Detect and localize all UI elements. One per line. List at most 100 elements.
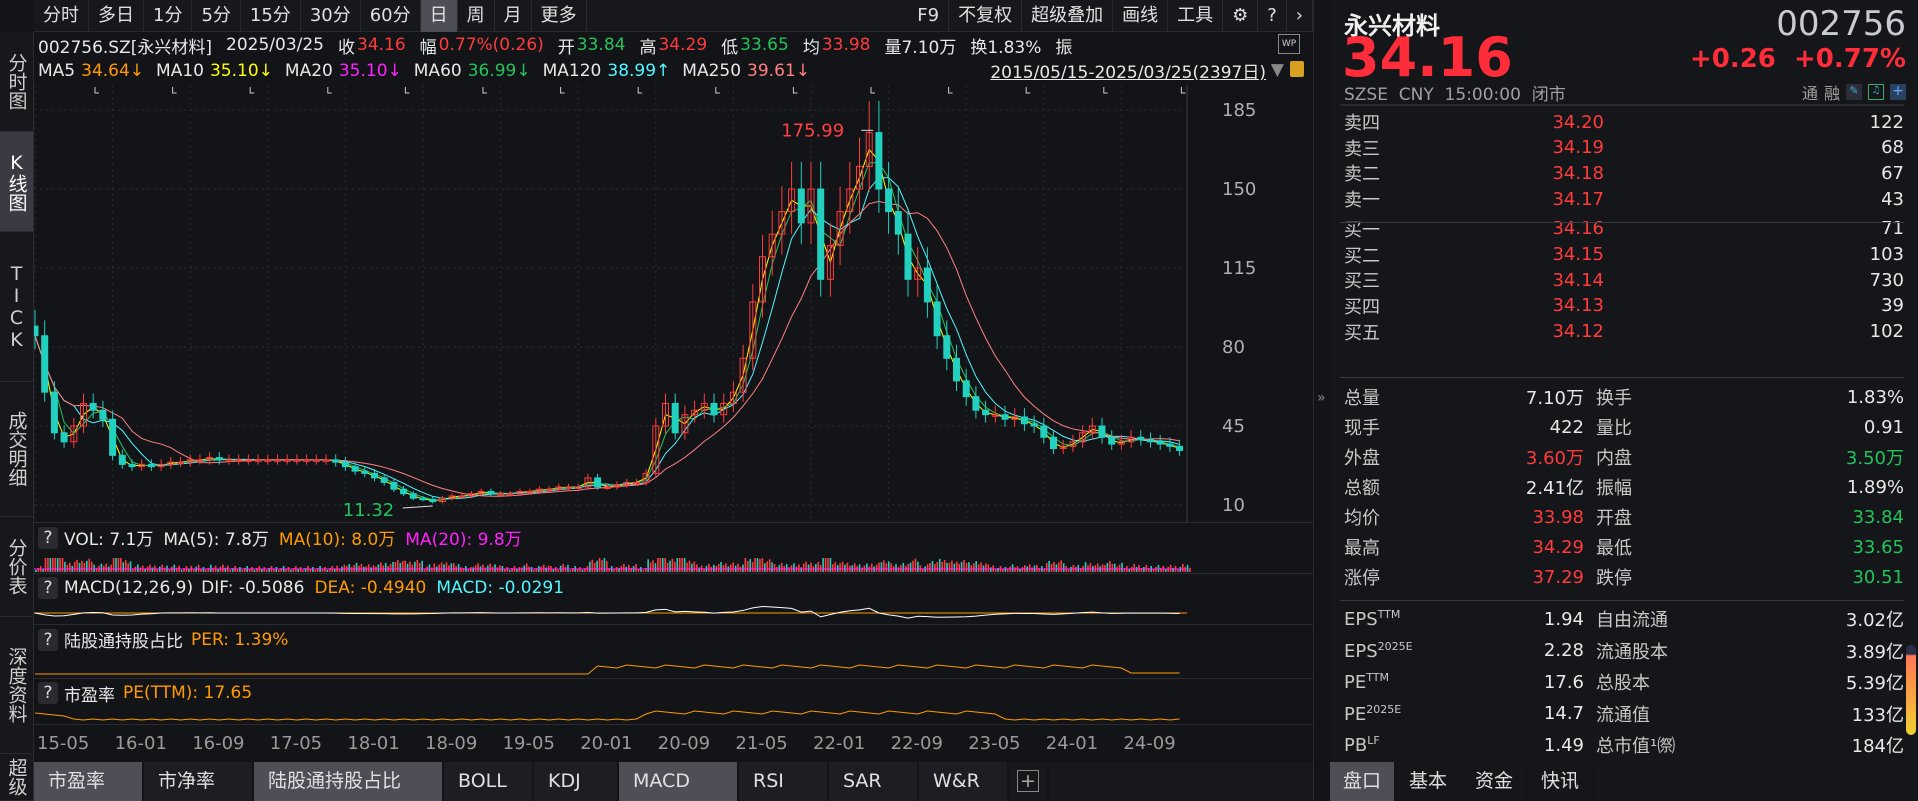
volume-bar bbox=[380, 562, 382, 572]
volume-bar bbox=[832, 564, 834, 572]
period-tab-9[interactable]: 月 bbox=[495, 0, 532, 32]
indicator-tab-7[interactable]: SAR bbox=[829, 762, 919, 801]
tool-button-2[interactable]: 超级叠加 bbox=[1022, 0, 1114, 32]
sidebar-tab-0[interactable]: 分时图 bbox=[0, 32, 33, 132]
volume-bar bbox=[78, 562, 81, 572]
help-icon[interactable]: ? bbox=[1258, 0, 1287, 32]
x-tick-label: 22-09 bbox=[890, 733, 943, 754]
volume-bar bbox=[120, 558, 122, 572]
volume-bar bbox=[824, 558, 827, 572]
volume-bar bbox=[941, 561, 943, 572]
volume-bar bbox=[1109, 561, 1111, 572]
panel-tab-1[interactable]: 基本 bbox=[1396, 762, 1463, 801]
dropdown-triangle-icon[interactable]: ▼ bbox=[1271, 60, 1284, 80]
stat-label: 量比 bbox=[1596, 418, 1632, 439]
event-flag-icon bbox=[1180, 87, 1186, 94]
wp-icon[interactable]: WP bbox=[1278, 34, 1300, 54]
panel-tab-3[interactable]: 快讯 bbox=[1528, 762, 1595, 801]
sidebar-tab-6[interactable]: 超级 bbox=[0, 754, 33, 801]
edit-pencil-icon[interactable]: ✎ bbox=[1846, 84, 1862, 100]
candle bbox=[875, 132, 883, 190]
volume-bar bbox=[409, 561, 411, 572]
macd-value: MACD: -0.0291 bbox=[436, 578, 565, 598]
indicator-tab-6[interactable]: RSI bbox=[739, 762, 829, 801]
x-tick-label: 16-09 bbox=[192, 733, 245, 754]
high-value: 34.29 bbox=[658, 35, 708, 55]
volume-bar bbox=[895, 564, 897, 572]
tool-button-4[interactable]: 工具 bbox=[1168, 0, 1224, 32]
candlestick-chart[interactable]: 185 150 115 80 45 10 175.99 11.32 bbox=[34, 85, 1313, 522]
indicator-tab-3[interactable]: BOLL bbox=[444, 762, 534, 801]
help-icon[interactable]: ? bbox=[38, 526, 58, 549]
volume-bar bbox=[73, 561, 76, 572]
ma-value-4: 38.99↑ bbox=[607, 61, 671, 81]
candle bbox=[429, 498, 437, 503]
ma-value-5: 39.61↓ bbox=[747, 61, 810, 81]
ma-line-2 bbox=[34, 177, 1180, 500]
fundamental-value: 5.39亿 bbox=[1845, 673, 1904, 694]
period-tab-7[interactable]: 日 bbox=[420, 0, 458, 32]
help-icon[interactable]: ? bbox=[38, 682, 58, 704]
tool-button-1[interactable]: 不复权 bbox=[949, 0, 1023, 32]
indicator-tab-2[interactable]: 陆股通持股占比 bbox=[254, 762, 444, 801]
volume-bar bbox=[61, 558, 64, 572]
period-tab-4[interactable]: 15分 bbox=[241, 0, 301, 32]
help-icon[interactable]: ? bbox=[38, 628, 58, 651]
volume-header: ? VOL: 7.1万 MA(5): 7.8万 MA(10): 8.0万 MA(… bbox=[34, 522, 1313, 552]
sidebar-tab-4[interactable]: 分价表 bbox=[0, 517, 33, 617]
stat-label: 涨停 bbox=[1344, 568, 1380, 589]
high-label: 高 bbox=[639, 37, 657, 58]
order-volume: 43 bbox=[1881, 188, 1904, 210]
date-range-selector[interactable]: 2015/05/15-2025/03/25(2397日) bbox=[990, 58, 1266, 83]
period-tab-5[interactable]: 30分 bbox=[301, 0, 361, 32]
tool-button-0[interactable]: F9 bbox=[908, 0, 950, 32]
volume-bar bbox=[664, 558, 666, 572]
period-tab-3[interactable]: 5分 bbox=[192, 0, 241, 32]
volume-bar bbox=[124, 560, 127, 572]
period-tab-1[interactable]: 多日 bbox=[89, 0, 144, 32]
period-tab-6[interactable]: 60分 bbox=[361, 0, 421, 32]
stat-value: 3.60万 bbox=[1525, 448, 1584, 469]
low-annotation: 11.32 bbox=[343, 500, 395, 521]
fundamental-row: PE2025E 14.7 流通值 133亿 bbox=[1344, 701, 1904, 727]
lock-icon[interactable] bbox=[1290, 61, 1304, 77]
candle bbox=[594, 477, 602, 488]
expand-icon[interactable]: » bbox=[1317, 390, 1326, 406]
tool-button-3[interactable]: 画线 bbox=[1113, 0, 1169, 32]
quote-date: 2025/03/25 bbox=[226, 35, 324, 55]
volume-bar bbox=[414, 561, 416, 572]
chevron-right-icon[interactable]: › bbox=[1287, 0, 1313, 32]
indicator-tab-4[interactable]: KDJ bbox=[534, 762, 619, 801]
indicator-tab-5[interactable]: MACD bbox=[619, 762, 739, 801]
help-icon[interactable]: ? bbox=[38, 577, 58, 599]
indicator-tab-0[interactable]: 市盈率 bbox=[34, 762, 144, 801]
indicator-tab-1[interactable]: 市净率 bbox=[144, 762, 254, 801]
panel-divider[interactable]: » bbox=[1313, 0, 1330, 801]
add-watchlist-icon[interactable]: + bbox=[1890, 84, 1906, 100]
indicator-tab-8[interactable]: W&R bbox=[919, 762, 1009, 801]
period-tab-8[interactable]: 周 bbox=[458, 0, 495, 32]
period-tab-0[interactable]: 分时 bbox=[34, 0, 89, 32]
period-tab-2[interactable]: 1分 bbox=[144, 0, 193, 32]
x-tick-label: 21-05 bbox=[735, 733, 788, 754]
sidebar-tab-1[interactable]: K线图 bbox=[0, 132, 33, 232]
fundamental-row: PBLF 1.49 总市值¹㉀ 184亿 bbox=[1344, 732, 1904, 758]
add-indicator-button[interactable]: + bbox=[1009, 762, 1049, 801]
period-tab-10[interactable]: 更多 bbox=[532, 0, 587, 32]
scrollbar[interactable] bbox=[1906, 645, 1916, 735]
volume-bar bbox=[52, 558, 54, 572]
stat-label: 换手 bbox=[1596, 388, 1632, 409]
sidebar-tab-3[interactable]: 成交明细 bbox=[0, 382, 33, 517]
sidebar-tab-2[interactable]: TICK bbox=[0, 232, 33, 382]
volume-bar bbox=[421, 560, 423, 572]
settings-gear-icon[interactable]: ⚙ bbox=[1223, 0, 1259, 32]
panel-tab-2[interactable]: 资金 bbox=[1462, 762, 1529, 801]
sidebar-tab-5[interactable]: 深度资料 bbox=[0, 617, 33, 754]
volume-bar bbox=[907, 563, 909, 572]
fundamental-value: 14.7 bbox=[1543, 703, 1584, 724]
volume-bar bbox=[914, 558, 917, 572]
alert-bell-icon[interactable]: ♫ bbox=[1868, 84, 1884, 100]
panel-tab-0[interactable]: 盘口 bbox=[1330, 762, 1397, 801]
volume-bar bbox=[416, 559, 419, 572]
volume-bar bbox=[960, 561, 963, 572]
